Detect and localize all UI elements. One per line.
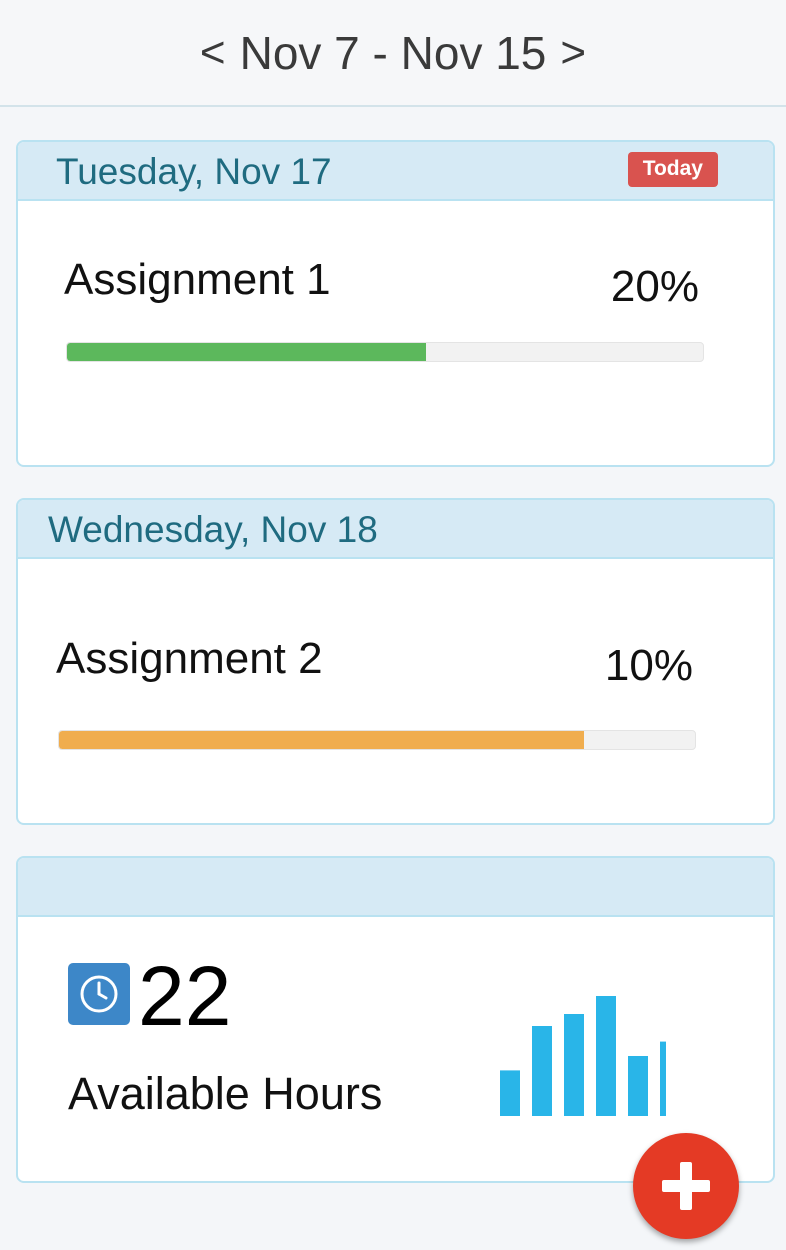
task-name[interactable]: Assignment 1 — [64, 255, 331, 305]
day-card-header: Wednesday, Nov 18 — [18, 500, 773, 559]
chart-bar — [532, 1026, 552, 1116]
available-hours-value: 22 — [138, 949, 232, 1043]
task-progress-bar — [66, 342, 704, 362]
task-progress-fill — [59, 731, 584, 749]
task-percent: 10% — [604, 641, 693, 690]
task-name[interactable]: Assignment 2 — [56, 634, 323, 684]
screen: < Nov 7 - Nov 15 > Tuesday, Nov 17 Today… — [0, 0, 786, 1250]
prev-week-button[interactable]: < — [200, 28, 226, 78]
add-button[interactable] — [633, 1133, 739, 1239]
day-title: Wednesday, Nov 18 — [48, 509, 378, 550]
chart-bar — [564, 1014, 584, 1116]
available-hours-label: Available Hours — [68, 1068, 383, 1119]
chart-bar — [596, 996, 616, 1116]
available-hours-card[interactable]: 22 Available Hours — [16, 856, 775, 1183]
plus-icon — [662, 1162, 710, 1210]
chart-bar — [628, 1056, 648, 1116]
today-badge: Today — [627, 152, 718, 187]
summary-card-header — [18, 858, 773, 917]
day-title: Tuesday, Nov 17 — [56, 151, 332, 192]
next-week-button[interactable]: > — [560, 28, 586, 78]
bar-chart-icon — [500, 996, 666, 1116]
week-header: < Nov 7 - Nov 15 > — [0, 0, 786, 107]
day-card-wednesday[interactable]: Wednesday, Nov 18 Assignment 2 10% — [16, 498, 775, 825]
task-progress-bar — [58, 730, 696, 750]
chart-bar — [660, 1041, 666, 1116]
week-navigator: < Nov 7 - Nov 15 > — [200, 26, 586, 80]
clock-icon — [68, 963, 130, 1025]
day-card-tuesday[interactable]: Tuesday, Nov 17 Today Assignment 1 20% — [16, 140, 775, 467]
task-progress-fill — [67, 343, 427, 361]
week-range-label: Nov 7 - Nov 15 — [239, 26, 547, 79]
chart-bar — [500, 1070, 520, 1116]
day-card-header: Tuesday, Nov 17 Today — [18, 142, 773, 201]
task-percent: 20% — [610, 262, 699, 311]
